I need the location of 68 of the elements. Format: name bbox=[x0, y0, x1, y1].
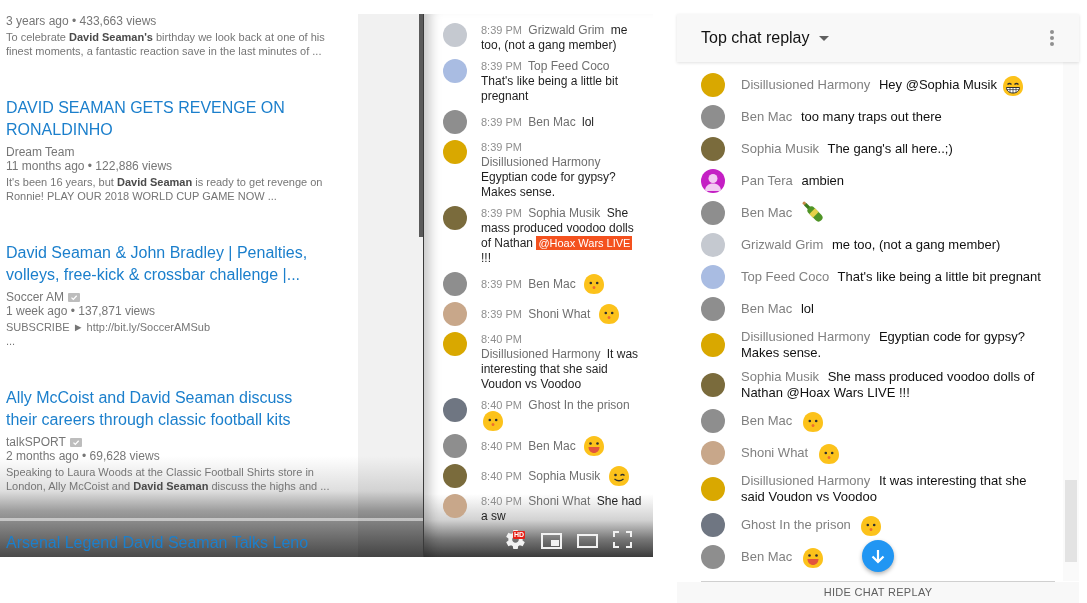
video-title-link[interactable]: Ally McCoist and David Seaman discuss their careers through classic football kits bbox=[6, 387, 321, 431]
chat-message: 8:39 PM Disillusioned Harmony Egyptian code for gypsy? Makes sense. bbox=[481, 140, 617, 200]
chat-message: 8:39 PM Ben Mac lol bbox=[481, 114, 595, 130]
chat-message: 8:40 PM Disillusioned Harmony It was interesting that she said Voudon vs Voodoo bbox=[481, 332, 640, 392]
hushed-face-icon bbox=[481, 409, 505, 432]
channel-name[interactable]: Soccer AM bbox=[6, 290, 65, 304]
smiling-face-icon bbox=[582, 435, 606, 458]
video-description: It's been 16 years, but David Seaman is ready to get revenge on Ronnie! PLAY OUR 2018 WORLD CUP GAME NOW ... bbox=[6, 175, 324, 203]
wide-rectangle-icon[interactable] bbox=[577, 534, 598, 548]
video-description: To celebrate David Seaman's birthday we look back at one of his finest moments, a fantastic reaction save in the last minutes of ... bbox=[6, 30, 326, 58]
author-name[interactable]: Ben Mac bbox=[528, 438, 576, 453]
video-meta: 2 months ago • 69,628 views bbox=[6, 449, 161, 463]
chat-message: Grizwald Grim me too, (not a gang member) bbox=[741, 237, 1002, 253]
author-name[interactable]: Ghost In the prison bbox=[741, 517, 851, 532]
timestamp: 8:40 PM bbox=[481, 399, 522, 411]
chat-message: 8:39 PM Top Feed Coco That's like being a little bit pregnant bbox=[481, 59, 620, 104]
smiling-face-icon bbox=[800, 546, 825, 569]
timestamp: 8:40 PM bbox=[481, 439, 522, 452]
arrow-down-icon bbox=[871, 548, 885, 564]
chat-message: Disillusioned Harmony It was interesting that she said Voudon vs Voodoo bbox=[741, 473, 1028, 505]
video-meta: 1 week ago • 137,871 views bbox=[6, 304, 156, 318]
chat-message: 8:39 PM Sophia Musik She mass produced voodoo dolls of Nathan @Hoax Wars LIVE !!! bbox=[481, 206, 635, 266]
author-name[interactable]: Sophia Musik bbox=[528, 468, 601, 483]
chat-message: 8:40 PM Shoni What She had a sw bbox=[481, 494, 643, 524]
author-name[interactable]: Ben Mac bbox=[741, 549, 793, 564]
hide-chat-replay-button[interactable]: HIDE CHAT REPLAY bbox=[677, 582, 1079, 603]
fullscreen-icon[interactable] bbox=[613, 531, 632, 548]
chat-message: Ben Mac lol bbox=[741, 301, 815, 317]
author-name[interactable]: Ben Mac bbox=[741, 413, 793, 428]
timestamp: 8:39 PM bbox=[481, 277, 522, 290]
author-name[interactable]: Shoni What bbox=[528, 306, 591, 321]
grinning-face-icon bbox=[1000, 74, 1025, 97]
caret-down-icon bbox=[818, 35, 829, 41]
chat-message: Sophia Musik She mass produced voodoo dolls of Nathan @Hoax Wars LIVE !!! bbox=[741, 369, 1036, 401]
chat-message: Sophia Musik The gang's all here..;) bbox=[741, 141, 954, 157]
author-name[interactable]: Disillusioned Harmony bbox=[741, 77, 871, 92]
timestamp: 8:39 PM bbox=[481, 307, 522, 320]
hushed-face-icon bbox=[596, 303, 621, 326]
channel-name[interactable]: Dream Team bbox=[6, 145, 75, 159]
chat-message: Disillusioned Harmony Egyptian code for gypsy? Makes sense. bbox=[741, 329, 1026, 361]
author-name[interactable]: Ghost In the prison bbox=[528, 398, 630, 412]
chat-mode-dropdown[interactable]: Top chat replay bbox=[701, 28, 829, 48]
winking-face-icon bbox=[606, 465, 631, 488]
chat-message: Ben Mac too many traps out there bbox=[741, 109, 943, 125]
video-description: SUBSCRIBE ► http://bit.ly/SoccerAMSub ... bbox=[6, 320, 212, 348]
mention-chip[interactable]: @Hoax Wars LIVE bbox=[536, 236, 633, 250]
video-description: Speaking to Laura Woods at the Classic Football Shirts store in London, Ally McCoist and David Seaman discuss the highs and ... bbox=[6, 465, 331, 493]
rectangle-inset-icon[interactable] bbox=[541, 533, 562, 549]
scrollbar-thumb[interactable] bbox=[419, 14, 423, 237]
author-name[interactable]: Ben Mac bbox=[741, 204, 793, 220]
video-title-link[interactable]: DAVID SEAMAN GETS REVENGE ON RONALDINHO bbox=[6, 97, 321, 141]
hushed-face-icon bbox=[800, 410, 825, 433]
video-meta: 11 months ago • 122,886 views bbox=[6, 159, 174, 173]
author-name[interactable]: Shoni What bbox=[741, 445, 809, 460]
timestamp: 8:40 PM bbox=[481, 469, 522, 482]
author-name[interactable]: Ben Mac bbox=[528, 276, 576, 291]
channel-name[interactable]: talkSPORT bbox=[6, 435, 66, 449]
video-title-link[interactable]: David Seaman & John Bradley | Penalties, volleys, free-kick & crossbar challenge |... bbox=[6, 242, 321, 286]
hushed-face-icon bbox=[859, 514, 884, 537]
chat-message: Pan Tera ambien bbox=[741, 173, 846, 189]
hushed-face-icon bbox=[582, 273, 606, 296]
scroll-to-bottom-button[interactable] bbox=[862, 540, 894, 572]
hushed-face-icon bbox=[816, 442, 841, 465]
chat-message: Top Feed Coco That's like being a little bit pregnant bbox=[741, 269, 1042, 285]
chat-message: 8:39 PM Grizwald Grim me too, (not a gang member) bbox=[481, 23, 629, 53]
message-text: Hey @Sophia Musik bbox=[878, 77, 997, 92]
video-meta: 3 years ago • 433,663 views bbox=[6, 14, 158, 28]
more-icon[interactable] bbox=[1050, 30, 1054, 46]
